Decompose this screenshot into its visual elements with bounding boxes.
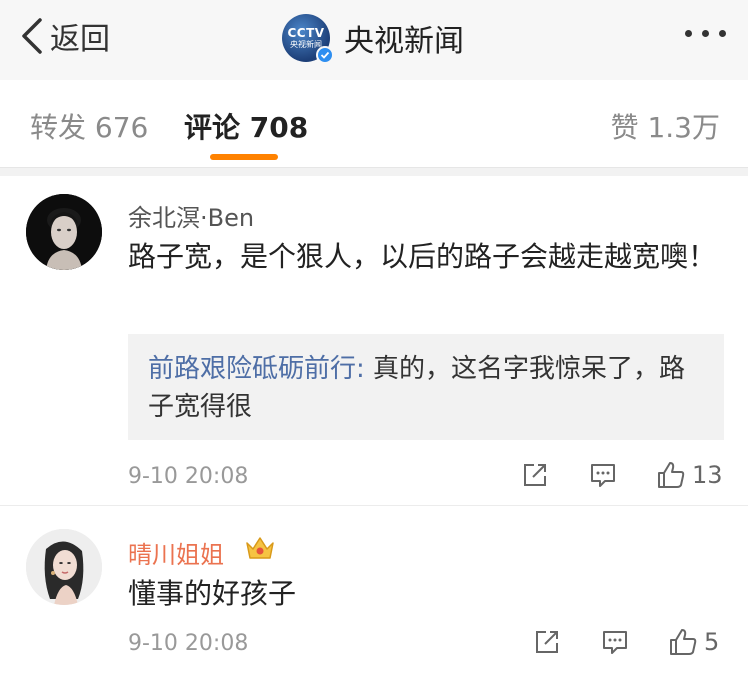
share-icon bbox=[524, 464, 546, 486]
share-button[interactable] bbox=[532, 627, 562, 657]
account-avatar[interactable]: CCTV 央视新闻 bbox=[282, 14, 334, 64]
dot-icon bbox=[702, 30, 709, 37]
logo-text: CCTV bbox=[287, 25, 325, 40]
share-icon bbox=[536, 631, 558, 653]
more-options-button[interactable] bbox=[685, 30, 726, 37]
like-count: 5 bbox=[704, 628, 720, 656]
divider bbox=[0, 168, 748, 176]
share-button[interactable] bbox=[520, 460, 550, 490]
like-button[interactable]: 13 bbox=[656, 460, 723, 490]
thumbs-up-icon bbox=[658, 462, 685, 488]
account-header[interactable]: CCTV 央视新闻 央视新闻 bbox=[282, 14, 464, 64]
tab-repost[interactable]: 转发 676 bbox=[30, 106, 148, 146]
reply-button[interactable] bbox=[588, 460, 618, 490]
top-nav: 返回 CCTV 央视新闻 央视新闻 bbox=[0, 0, 748, 80]
thumbs-up-icon bbox=[670, 629, 697, 655]
comment-text: 懂事的好孩子 bbox=[128, 577, 297, 610]
dot-icon bbox=[685, 30, 692, 37]
tab-like[interactable]: 赞 1.3万 bbox=[611, 106, 720, 146]
comment-icon bbox=[603, 631, 627, 654]
avatar[interactable] bbox=[26, 194, 102, 270]
avatar[interactable] bbox=[26, 529, 102, 605]
crown-icon bbox=[246, 537, 274, 559]
comment-username[interactable]: 余北溟·Ben bbox=[128, 198, 254, 233]
logo-subtext: 央视新闻 bbox=[290, 39, 322, 49]
dot-icon bbox=[719, 30, 726, 37]
active-tab-indicator bbox=[210, 154, 278, 160]
comment-item: 余北溟·Ben 路子宽，是个狠人，以后的路子会越走越宽噢！ 前路艰险砥砺前行: … bbox=[0, 176, 748, 506]
comment-text: 路子宽，是个狠人，以后的路子会越走越宽噢！ bbox=[128, 240, 717, 273]
reply-button[interactable] bbox=[600, 627, 630, 657]
reply-box[interactable]: 前路艰险砥砺前行: 真的，这名字我惊呆了，路子宽得很 bbox=[128, 334, 724, 440]
comment-icon bbox=[591, 464, 615, 487]
back-label: 返回 bbox=[50, 22, 110, 57]
tab-comment[interactable]: 评论 708 bbox=[184, 106, 308, 146]
back-button[interactable]: 返回 bbox=[18, 14, 110, 58]
reply-username[interactable]: 前路艰险砥砺前行: bbox=[148, 354, 365, 384]
chevron-left-icon bbox=[22, 18, 42, 54]
like-count: 13 bbox=[692, 461, 723, 489]
comment-item: 晴川姐姐 懂事的好孩子 9-10 20:08 5 bbox=[0, 507, 748, 676]
tab-bar: 转发 676 评论 708 赞 1.3万 bbox=[0, 80, 748, 168]
comment-timestamp: 9-10 20:08 bbox=[128, 464, 249, 489]
like-button[interactable]: 5 bbox=[668, 627, 719, 657]
verified-icon bbox=[316, 46, 334, 64]
comment-timestamp: 9-10 20:08 bbox=[128, 631, 249, 656]
account-name: 央视新闻 bbox=[344, 24, 464, 59]
comment-username[interactable]: 晴川姐姐 bbox=[128, 535, 224, 570]
